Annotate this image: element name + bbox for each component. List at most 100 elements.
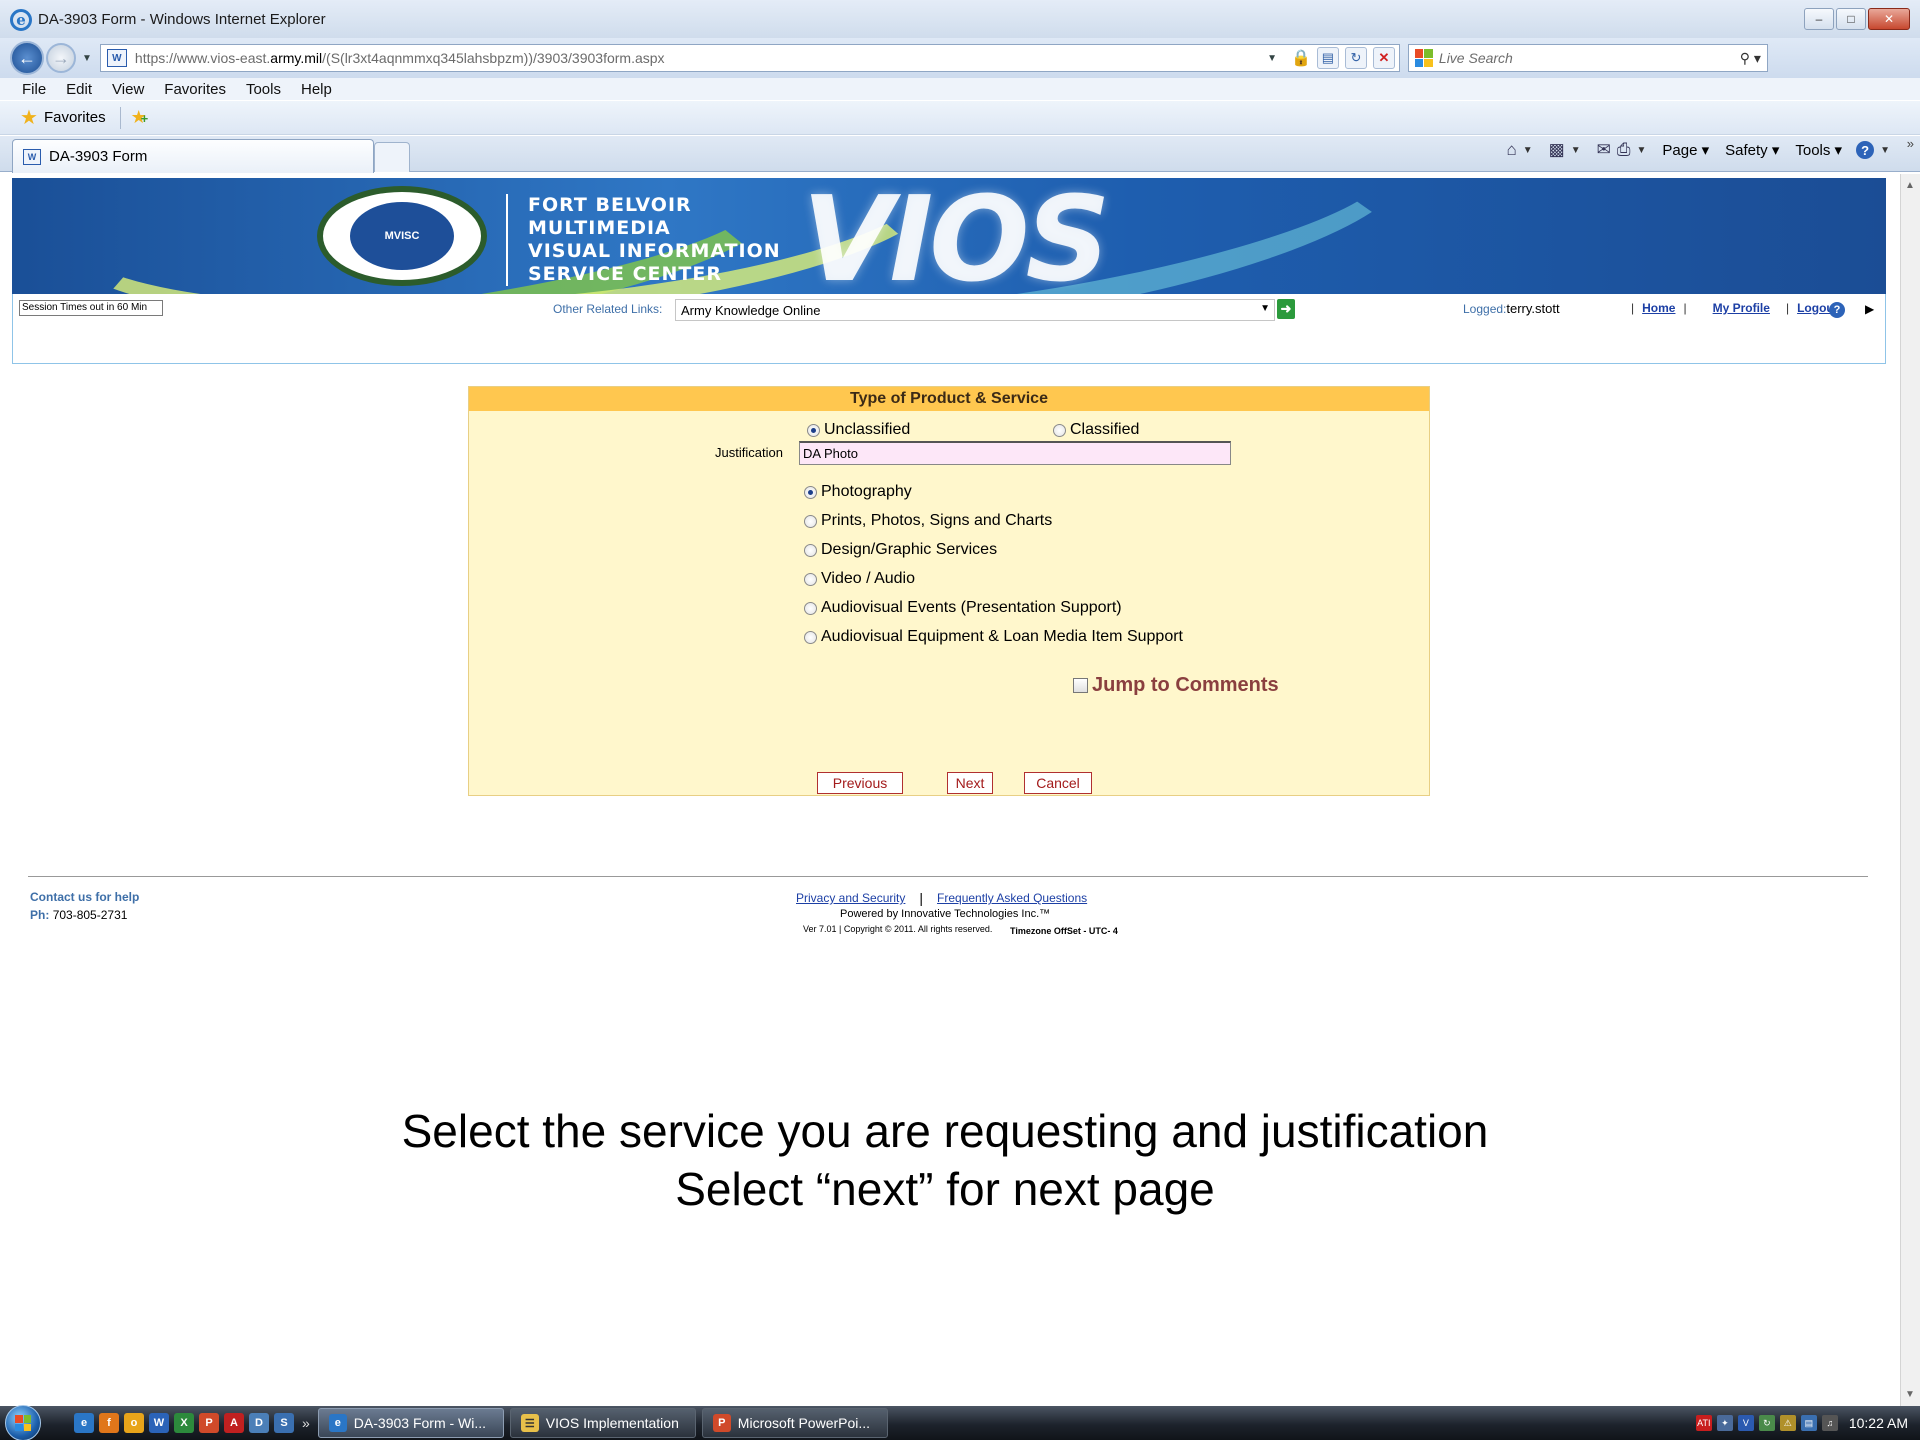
network-tool-icon[interactable]: ✦ <box>1716 1415 1733 1431</box>
footer-links: Privacy and Security | Frequently Asked … <box>796 890 1088 906</box>
my-profile-link[interactable]: My Profile <box>1713 301 1770 315</box>
go-arrow-icon[interactable]: ➜ <box>1277 299 1295 319</box>
updates-icon[interactable]: ⚠ <box>1779 1415 1796 1431</box>
home-icon[interactable]: ⌂ <box>1506 140 1516 160</box>
radio-unclassified[interactable]: Unclassified <box>807 421 910 439</box>
minimize-button[interactable]: – <box>1804 8 1834 30</box>
service-video-audio[interactable]: Video / Audio <box>804 570 915 588</box>
network-icon[interactable]: ▤ <box>1800 1415 1817 1431</box>
radio-label: Audiovisual Events (Presentation Support… <box>821 599 1122 616</box>
refresh-icon[interactable]: ↻ <box>1344 47 1367 69</box>
next-button[interactable]: Next <box>947 772 993 794</box>
history-dropdown-icon[interactable]: ▼ <box>82 53 92 64</box>
favorites-star-icon[interactable]: ★ <box>20 105 38 130</box>
quicklaunch-more-icon[interactable]: » <box>302 1415 310 1431</box>
search-field[interactable]: Live Search ⚲ ▾ <box>1407 44 1768 72</box>
cancel-button[interactable]: Cancel <box>1024 772 1092 794</box>
menu-file[interactable]: File <box>22 81 46 98</box>
chevron-more-icon[interactable]: » <box>1907 136 1914 151</box>
service-photography[interactable]: Photography <box>804 483 912 501</box>
radio-indicator[interactable] <box>804 543 817 557</box>
switch-windows-icon[interactable]: S <box>274 1413 294 1433</box>
print-dropdown-icon[interactable]: ▼ <box>1636 145 1646 156</box>
new-tab-button[interactable] <box>374 142 410 172</box>
address-bar: ← → ▼ W https://www.vios-east.army.mil/(… <box>0 38 1920 78</box>
ie-quicklaunch-icon[interactable]: e <box>74 1413 94 1433</box>
radio-indicator[interactable] <box>804 572 817 586</box>
logged-in-user: Logged:terry.stott <box>1463 301 1560 316</box>
ati-icon[interactable]: ATI <box>1695 1415 1712 1431</box>
favorites-button[interactable]: Favorites <box>44 109 106 126</box>
checkbox-indicator[interactable] <box>1073 678 1088 693</box>
add-favorite-icon[interactable]: ★ <box>131 107 149 128</box>
help-dropdown-icon[interactable]: ▼ <box>1880 145 1890 156</box>
radio-indicator[interactable] <box>804 601 817 615</box>
compat-view-icon[interactable]: ▤ <box>1316 47 1339 69</box>
radio-label: Design/Graphic Services <box>821 541 998 558</box>
scroll-down-icon[interactable]: ▼ <box>1905 1389 1915 1400</box>
menu-help[interactable]: Help <box>301 81 332 98</box>
help-icon[interactable]: ? <box>1856 141 1875 159</box>
feeds-dropdown-icon[interactable]: ▼ <box>1571 145 1581 156</box>
scroll-up-icon[interactable]: ▲ <box>1905 180 1915 191</box>
justification-input[interactable]: DA Photo <box>799 441 1231 465</box>
faq-link[interactable]: Frequently Asked Questions <box>937 891 1087 905</box>
help-icon[interactable]: ? <box>1829 302 1845 318</box>
jump-to-comments-checkbox[interactable]: Jump to Comments <box>1073 674 1279 697</box>
excel-icon[interactable]: X <box>174 1413 194 1433</box>
task-powerpoint[interactable]: P Microsoft PowerPoi... <box>701 1408 888 1438</box>
expand-arrow-icon[interactable]: ▶ <box>1865 302 1874 316</box>
outlook-icon[interactable]: o <box>124 1413 144 1433</box>
desktop-icon[interactable]: D <box>249 1413 269 1433</box>
url-dropdown-icon[interactable]: ▼ <box>1267 53 1277 64</box>
tools-menu[interactable]: Tools ▾ <box>1795 141 1842 159</box>
radio-indicator[interactable] <box>1053 423 1066 437</box>
word-icon[interactable]: W <box>149 1413 169 1433</box>
acrobat-icon[interactable]: A <box>224 1413 244 1433</box>
back-button[interactable]: ← <box>10 41 44 75</box>
other-links-select[interactable]: Army Knowledge Online ▼ <box>675 299 1275 321</box>
service-av-equipment[interactable]: Audiovisual Equipment & Loan Media Item … <box>804 628 1183 646</box>
tab-da3903[interactable]: W DA-3903 Form <box>12 139 374 173</box>
menu-view[interactable]: View <box>112 81 144 98</box>
sync-icon[interactable]: ↻ <box>1758 1415 1775 1431</box>
previous-button[interactable]: Previous <box>817 772 903 794</box>
page-menu[interactable]: Page ▾ <box>1662 141 1709 159</box>
feeds-icon[interactable]: ▩ <box>1549 140 1565 160</box>
radio-indicator[interactable] <box>804 514 817 528</box>
service-av-events[interactable]: Audiovisual Events (Presentation Support… <box>804 599 1122 617</box>
lock-icon[interactable]: 🔒 <box>1291 48 1311 68</box>
tab-favicon-icon: W <box>23 148 41 165</box>
print-icon[interactable]: ⎙ <box>1617 140 1631 160</box>
home-link[interactable]: Home <box>1642 301 1675 315</box>
vertical-scrollbar[interactable]: ▲ ▼ <box>1900 174 1920 1406</box>
service-design-graphic[interactable]: Design/Graphic Services <box>804 541 997 559</box>
forward-button[interactable]: → <box>46 43 76 73</box>
home-dropdown-icon[interactable]: ▼ <box>1523 145 1533 156</box>
close-button[interactable]: ✕ <box>1868 8 1910 30</box>
stop-icon[interactable]: ✕ <box>1372 47 1395 69</box>
radio-indicator[interactable] <box>804 630 817 644</box>
menu-tools[interactable]: Tools <box>246 81 281 98</box>
service-prints-photos-signs[interactable]: Prints, Photos, Signs and Charts <box>804 512 1052 530</box>
safety-menu[interactable]: Safety ▾ <box>1725 141 1779 159</box>
mail-icon[interactable]: ✉ <box>1597 140 1611 160</box>
search-icon[interactable]: ⚲ ▾ <box>1740 50 1761 67</box>
task-vios-implementation[interactable]: ☰ VIOS Implementation <box>509 1408 696 1438</box>
task-ie-form[interactable]: e DA-3903 Form - Wi... <box>317 1408 504 1438</box>
user-links: |Home| My Profile |Logout| <box>1631 301 1841 315</box>
radio-selected-indicator[interactable] <box>807 423 820 437</box>
radio-classified[interactable]: Classified <box>1053 421 1139 439</box>
radio-selected-indicator[interactable] <box>804 485 817 499</box>
firefox-icon[interactable]: f <box>99 1413 119 1433</box>
url-field[interactable]: W https://www.vios-east.army.mil/(S(lr3x… <box>99 44 1400 72</box>
menu-edit[interactable]: Edit <box>66 81 92 98</box>
volume-icon[interactable]: ♫ <box>1821 1415 1838 1431</box>
start-button[interactable] <box>0 1405 46 1440</box>
maximize-button[interactable]: □ <box>1836 8 1866 30</box>
privacy-link[interactable]: Privacy and Security <box>796 891 905 905</box>
shield-icon[interactable]: V <box>1737 1415 1754 1431</box>
menu-favorites[interactable]: Favorites <box>164 81 226 98</box>
clock[interactable]: 10:22 AM <box>1849 1415 1908 1431</box>
powerpoint-icon[interactable]: P <box>199 1413 219 1433</box>
